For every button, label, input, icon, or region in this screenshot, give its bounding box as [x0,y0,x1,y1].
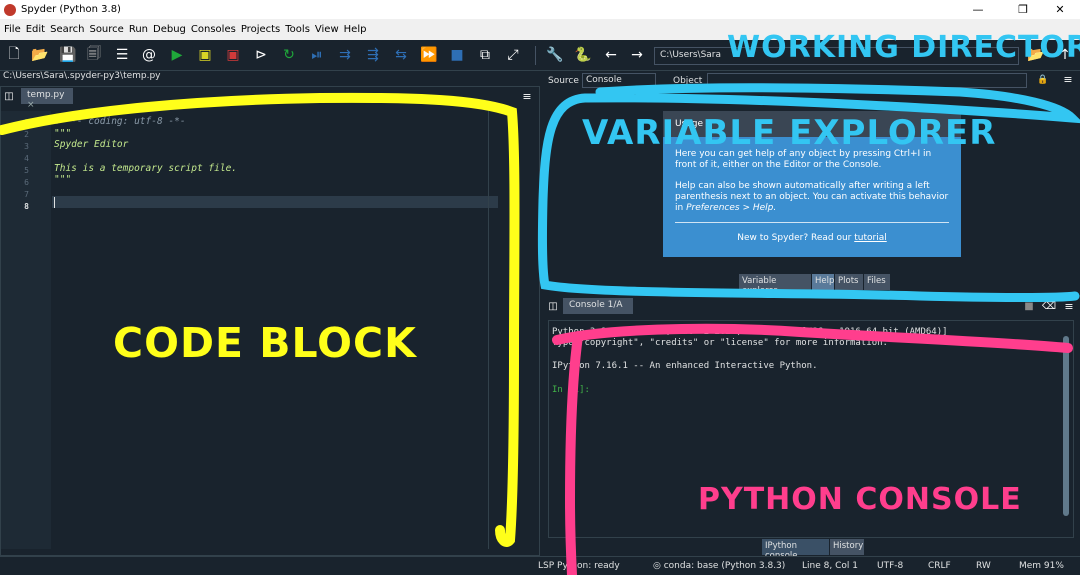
annotation-variable-explorer: VARIABLE EXPLORER [582,113,997,153]
python-console-outline [552,323,1073,575]
annotation-python-console: PYTHON CONSOLE [698,482,1022,517]
annotation-code-block: CODE BLOCK [113,319,417,367]
annotation-working-directory: WORKING DIRECTORY [727,30,1080,65]
spyder-window: { "window": {"title": "Spyder (Python 3.… [0,0,1080,575]
